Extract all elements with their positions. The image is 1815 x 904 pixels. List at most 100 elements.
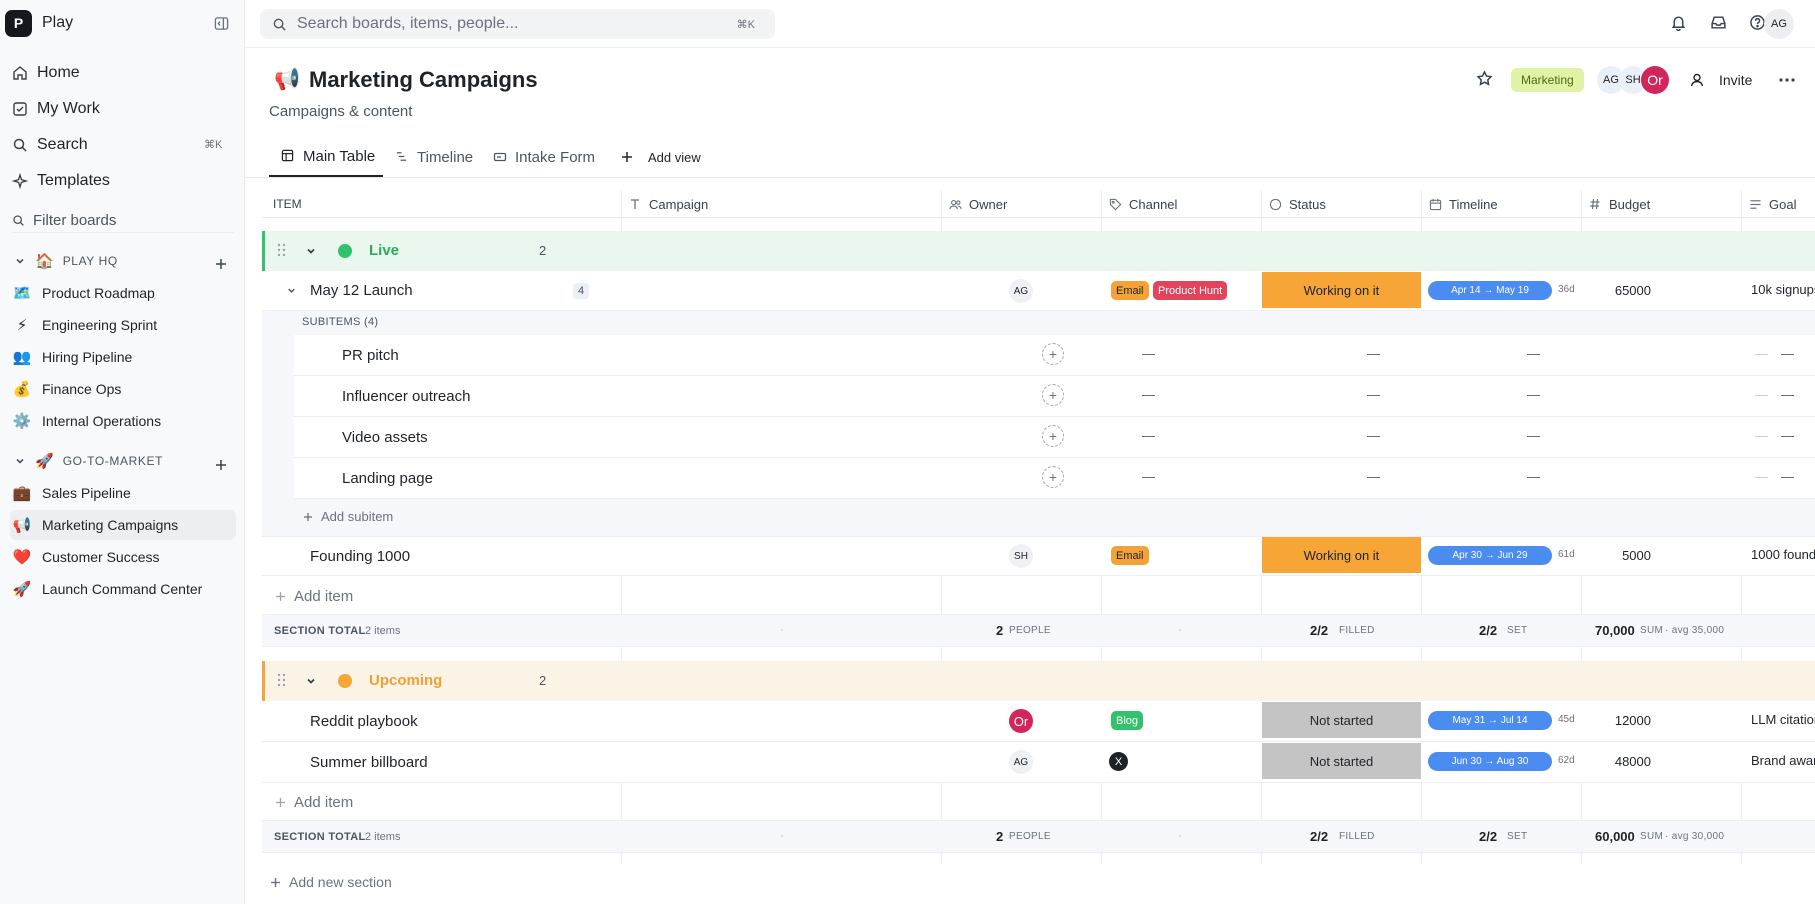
chevron-down-icon[interactable] — [305, 245, 317, 257]
add-item-button[interactable]: Add item — [275, 794, 353, 811]
owner-avatar[interactable]: AG — [1009, 279, 1033, 303]
filter-boards-input[interactable]: Filter boards — [12, 209, 234, 233]
status-cell[interactable]: Working on it — [1262, 272, 1421, 308]
channel-pill-product-hunt[interactable]: Product Hunt — [1153, 281, 1228, 300]
empty-cell[interactable]: — — [1781, 346, 1794, 361]
empty-cell[interactable]: — — [1527, 469, 1540, 484]
workspace-go-to-market[interactable]: 🚀 GO-TO-MARKET — [14, 450, 163, 472]
owner-avatar[interactable]: AG — [1009, 750, 1033, 774]
nav-search[interactable]: Search — [12, 131, 88, 159]
nav-my-work[interactable]: My Work — [12, 95, 100, 123]
column-owner[interactable]: Owner — [949, 190, 1007, 218]
empty-cell[interactable]: — — [1527, 387, 1540, 402]
add-new-section-button[interactable]: Add new section — [270, 874, 392, 890]
nav-templates[interactable]: Templates — [12, 167, 110, 195]
item-name[interactable]: May 12 Launch — [310, 282, 413, 299]
channel-pill-blog[interactable]: Blog — [1111, 711, 1144, 730]
owner-avatar[interactable]: Or — [1009, 709, 1033, 733]
bell-icon[interactable] — [1670, 14, 1688, 32]
empty-cell[interactable]: — — [1367, 387, 1380, 402]
add-owner-plus-icon[interactable]: + — [1042, 384, 1064, 406]
subitem-name[interactable]: Video assets — [342, 429, 428, 446]
add-subitem-button[interactable]: Add subitem — [303, 509, 393, 524]
column-timeline[interactable]: Timeline — [1429, 190, 1498, 218]
group-header-live[interactable]: Live 2 — [262, 231, 1815, 271]
timeline-bar[interactable]: Apr 14 → May 19 — [1428, 281, 1552, 300]
table-row[interactable]: Summer billboard AG X Not started Jun 30… — [262, 742, 1815, 783]
goal-value[interactable]: 10k signups — [1751, 282, 1815, 297]
add-owner-plus-icon[interactable]: + — [1042, 425, 1064, 447]
tab-main-table[interactable]: Main Table — [269, 137, 383, 177]
brand[interactable]: P Play — [5, 9, 73, 37]
add-owner-plus-icon[interactable]: + — [1042, 466, 1064, 488]
budget-value[interactable]: 5000 — [1571, 548, 1651, 563]
item-name[interactable]: Founding 1000 — [310, 548, 410, 565]
empty-cell[interactable]: — — [1142, 428, 1155, 443]
channel-pill-email[interactable]: Email — [1111, 546, 1149, 565]
board-finance-ops[interactable]: 💰 Finance Ops — [10, 374, 236, 404]
drag-handle-icon[interactable] — [277, 673, 286, 687]
add-view-button[interactable]: Add view — [620, 137, 701, 177]
empty-cell[interactable]: — — [1781, 469, 1794, 484]
board-engineering-sprint[interactable]: ⚡ Engineering Sprint — [10, 310, 236, 340]
table-row[interactable]: May 12 Launch 4 AG Email Product Hunt Wo… — [262, 271, 1815, 311]
empty-cell[interactable]: — — [1527, 346, 1540, 361]
board-customer-success[interactable]: ❤️ Customer Success — [10, 542, 236, 572]
subitem-name[interactable]: PR pitch — [342, 347, 399, 364]
empty-cell[interactable]: — — [1755, 387, 1768, 402]
channel-pill-email[interactable]: Email — [1111, 281, 1149, 300]
item-name[interactable]: Reddit playbook — [310, 713, 418, 730]
user-avatar[interactable]: AG — [1764, 9, 1794, 39]
more-options-icon[interactable] — [1779, 78, 1795, 82]
board-internal-operations[interactable]: ⚙️ Internal Operations — [10, 406, 236, 436]
chevron-down-icon[interactable] — [305, 675, 317, 687]
drag-handle-icon[interactable] — [277, 243, 286, 257]
column-status[interactable]: Status — [1269, 190, 1326, 218]
budget-value[interactable]: 65000 — [1571, 283, 1651, 298]
member-avatar[interactable]: Or — [1641, 66, 1669, 94]
table-row[interactable]: Reddit playbook Or Blog Not started May … — [262, 701, 1815, 742]
add-owner-plus-icon[interactable]: + — [1042, 343, 1064, 365]
add-board-plus-icon[interactable] — [214, 458, 228, 472]
goal-value[interactable]: LLM citation — [1751, 712, 1815, 727]
timeline-bar[interactable]: Apr 30 → Jun 29 — [1428, 546, 1552, 565]
status-cell[interactable]: Working on it — [1262, 537, 1421, 573]
subitem-name[interactable]: Landing page — [342, 470, 433, 487]
empty-cell[interactable]: — — [1781, 387, 1794, 402]
tab-timeline[interactable]: Timeline — [395, 137, 473, 177]
chevron-down-icon[interactable] — [286, 285, 297, 296]
invite-button[interactable]: Invite — [1689, 68, 1752, 92]
column-budget[interactable]: Budget — [1589, 190, 1650, 218]
empty-cell[interactable]: — — [1367, 428, 1380, 443]
status-cell[interactable]: Not started — [1262, 702, 1421, 738]
nav-home[interactable]: Home — [12, 59, 80, 87]
empty-cell[interactable]: — — [1367, 469, 1380, 484]
board-hiring-pipeline[interactable]: 👥 Hiring Pipeline — [10, 342, 236, 372]
workspace-play-hq[interactable]: 🏠 PLAY HQ — [14, 250, 118, 272]
subitem-count-badge[interactable]: 4 — [573, 283, 590, 299]
column-channel[interactable]: Channel — [1109, 190, 1177, 218]
board-sales-pipeline[interactable]: 💼 Sales Pipeline — [10, 478, 236, 508]
timeline-bar[interactable]: May 31 → Jul 14 — [1428, 711, 1552, 730]
empty-cell[interactable]: — — [1367, 346, 1380, 361]
column-item[interactable]: ITEM — [273, 190, 302, 218]
subitem-name[interactable]: Influencer outreach — [342, 388, 470, 405]
inbox-icon[interactable] — [1710, 14, 1728, 32]
empty-cell[interactable]: — — [1755, 469, 1768, 484]
owner-avatar[interactable]: SH — [1009, 544, 1033, 568]
budget-value[interactable]: 48000 — [1571, 754, 1651, 769]
empty-cell[interactable]: — — [1755, 346, 1768, 361]
empty-cell[interactable]: — — [1527, 428, 1540, 443]
global-search-input[interactable]: Search boards, items, people... ⌘K — [260, 9, 775, 39]
empty-cell[interactable]: — — [1755, 428, 1768, 443]
budget-value[interactable]: 12000 — [1571, 713, 1651, 728]
channel-pill-x[interactable]: X — [1109, 752, 1128, 771]
group-header-upcoming[interactable]: Upcoming 2 — [262, 661, 1815, 701]
add-board-plus-icon[interactable] — [214, 257, 228, 271]
empty-cell[interactable]: — — [1142, 346, 1155, 361]
column-campaign[interactable]: Campaign — [629, 190, 708, 218]
empty-cell[interactable]: — — [1142, 469, 1155, 484]
empty-cell[interactable]: — — [1142, 387, 1155, 402]
goal-value[interactable]: Brand awar — [1751, 753, 1815, 768]
timeline-bar[interactable]: Jun 30 → Aug 30 — [1428, 752, 1552, 771]
